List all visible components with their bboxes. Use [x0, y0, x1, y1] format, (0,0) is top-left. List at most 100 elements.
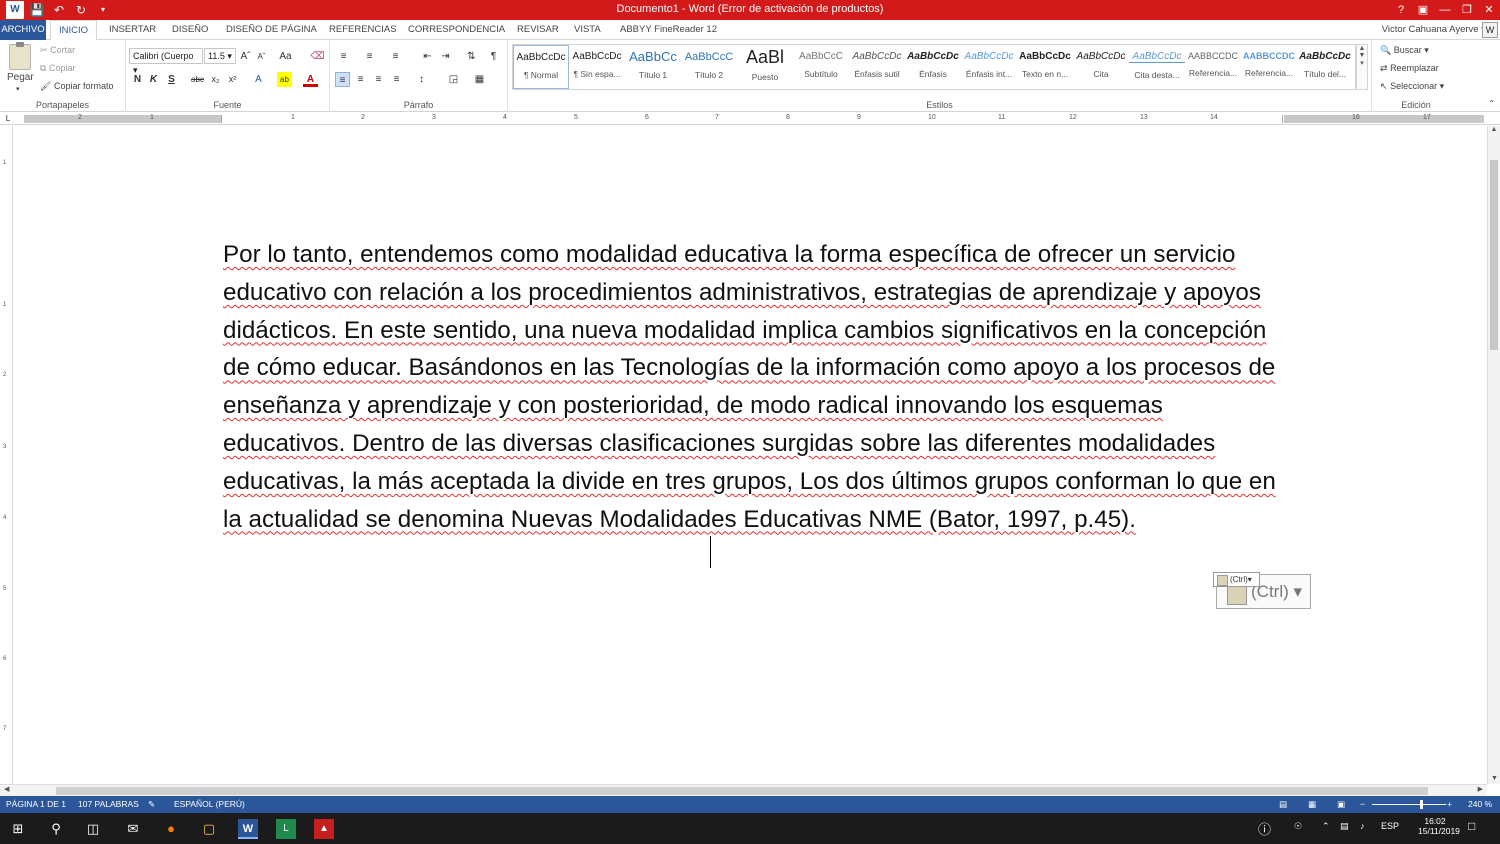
firefox-icon[interactable]: ● — [161, 819, 181, 839]
proofing-icon[interactable]: ✎ — [148, 796, 155, 813]
pdf-taskbar-icon[interactable]: ▲ — [314, 819, 334, 839]
tab-revisar[interactable]: REVISAR — [517, 20, 559, 40]
text-effects-icon[interactable]: A — [251, 72, 266, 87]
word-count[interactable]: 107 PALABRAS — [78, 796, 139, 813]
tab-vista[interactable]: VISTA — [574, 20, 601, 40]
windows-start-icon[interactable]: ⊞ — [8, 819, 28, 839]
align-right-icon[interactable]: ≡ — [371, 72, 386, 87]
superscript-icon[interactable]: x² — [225, 72, 240, 87]
page-count[interactable]: PÁGINA 1 DE 1 — [6, 796, 66, 813]
document-body-text[interactable]: Por lo tanto, entendemos como modalidad … — [223, 236, 1288, 538]
highlight-icon[interactable]: ab — [277, 72, 292, 87]
chevron-up-icon[interactable]: ▲ — [1357, 45, 1367, 52]
zoom-in-icon[interactable]: + — [1447, 796, 1452, 813]
more-styles-icon[interactable]: ▾ — [1357, 59, 1367, 67]
style-subtitle[interactable]: AaBbCcC Subtítulo — [793, 45, 849, 89]
increase-indent-icon[interactable]: ⇥ — [438, 49, 453, 64]
numbering-icon[interactable]: ≡ — [362, 49, 377, 64]
vertical-scrollbar[interactable]: ▲ ▼ — [1487, 126, 1500, 784]
avatar[interactable]: W — [1482, 22, 1498, 38]
italic-icon[interactable]: K — [146, 72, 161, 87]
mail-icon[interactable]: ✉ — [123, 819, 143, 839]
tab-insertar[interactable]: INSERTAR — [109, 20, 156, 40]
tab-abbyy[interactable]: ABBYY FineReader 12 — [620, 20, 717, 40]
print-layout-icon[interactable]: ▦ — [1308, 796, 1316, 813]
style-title[interactable]: AaBl Puesto — [737, 45, 793, 89]
chevron-down-icon[interactable]: ▼ — [1357, 52, 1367, 59]
style-quote[interactable]: AaBbCcDc Cita — [1073, 45, 1129, 89]
clock[interactable]: 16:02 15/11/2019 — [1418, 816, 1460, 836]
font-color-icon[interactable]: A — [303, 72, 318, 87]
bold-icon[interactable]: N — [130, 72, 145, 87]
file-explorer-icon[interactable]: ▢ — [199, 819, 219, 839]
paste-button[interactable]: Pegar — [7, 72, 34, 83]
volume-icon[interactable]: ♪ — [1360, 821, 1365, 831]
change-case-icon[interactable]: Aa — [278, 49, 293, 64]
language-tray[interactable]: ESP — [1381, 821, 1399, 831]
underline-icon[interactable]: S — [164, 72, 179, 87]
styles-scroll[interactable]: ▲ ▼ ▾ — [1356, 44, 1368, 90]
task-view-icon[interactable]: ◫ — [83, 819, 103, 839]
close-button[interactable]: ✕ — [1478, 0, 1500, 20]
zoom-slider-thumb[interactable] — [1420, 800, 1423, 809]
style-strong[interactable]: AaBbCcDc Texto en n... — [1017, 45, 1073, 89]
paste-options-small[interactable]: (Ctrl)▾ — [1213, 572, 1260, 587]
style-emphasis[interactable]: AaBbCcDc Énfasis — [905, 45, 961, 89]
shrink-font-icon[interactable]: Aˇ — [254, 49, 269, 64]
tab-correspondencia[interactable]: CORRESPONDENCIA — [408, 20, 505, 40]
user-account[interactable]: Victor Cahuana Ayerve ▾ — [1382, 20, 1486, 40]
style-heading-2[interactable]: AaBbCcC Título 2 — [681, 45, 737, 89]
zoom-out-icon[interactable]: − — [1360, 796, 1365, 813]
help-icon[interactable]: ? — [1390, 0, 1412, 20]
style-normal[interactable]: AaBbCcDc ¶ Normal — [513, 45, 569, 89]
sort-icon[interactable]: ⇅ — [464, 49, 479, 64]
chevron-up-icon[interactable]: ⌃ — [1322, 821, 1330, 832]
style-heading-1[interactable]: AaBbCc Título 1 — [625, 45, 681, 89]
borders-icon[interactable]: ▦ — [472, 72, 487, 87]
tab-selector-icon[interactable]: L — [3, 111, 13, 126]
minimize-button[interactable]: — — [1434, 0, 1456, 20]
notifications-icon[interactable]: □ — [1468, 819, 1475, 833]
scroll-left-icon[interactable]: ◀ — [4, 785, 9, 793]
zoom-slider[interactable] — [1372, 804, 1446, 805]
replace-button[interactable]: ⇄ Reemplazar — [1380, 63, 1439, 74]
grow-font-icon[interactable]: Aˆ — [238, 49, 253, 64]
zoom-level[interactable]: 240 % — [1468, 796, 1492, 813]
horizontal-scrollbar[interactable]: ◀ ▶ — [0, 784, 1487, 796]
web-layout-icon[interactable]: ▣ — [1337, 796, 1345, 813]
network-icon[interactable]: ▤ — [1340, 821, 1349, 832]
subscript-icon[interactable]: x₂ — [208, 72, 223, 87]
style-subtle-reference[interactable]: AABBCCDC Referencia... — [1185, 45, 1241, 89]
people-icon[interactable]: ☉ — [1294, 821, 1302, 832]
document-page[interactable]: Por lo tanto, entendemos como modalidad … — [14, 126, 1487, 784]
tab-diseno-pagina[interactable]: DISEÑO DE PÁGINA — [226, 20, 317, 40]
word-taskbar-icon[interactable]: W — [238, 819, 258, 839]
justify-icon[interactable]: ≡ — [389, 72, 404, 87]
strikethrough-icon[interactable]: abc — [190, 72, 205, 87]
tab-archivo[interactable]: ARCHIVO — [0, 20, 46, 40]
style-book-title[interactable]: AaBbCcDc Título del... — [1297, 45, 1353, 89]
multilevel-list-icon[interactable]: ≡ — [388, 49, 403, 64]
tab-diseno[interactable]: DISEÑO — [172, 20, 208, 40]
format-painter-button[interactable]: 🖌 Copiar formato — [40, 81, 113, 92]
help-tray-icon[interactable]: ⓘ — [1258, 819, 1271, 838]
shading-icon[interactable]: ◲ — [446, 72, 461, 87]
align-left-icon[interactable]: ≡ — [335, 72, 350, 87]
cut-button[interactable]: ✂ Cortar — [40, 45, 75, 56]
paste-icon[interactable] — [9, 42, 31, 70]
app-taskbar-icon[interactable]: L — [276, 819, 296, 839]
clear-format-icon[interactable]: ⌫ — [310, 49, 325, 64]
align-center-icon[interactable]: ≡ — [353, 72, 368, 87]
font-size-select[interactable]: 11.5 ▾ — [204, 48, 236, 64]
tab-inicio[interactable]: INICIO — [50, 20, 98, 41]
restore-button[interactable]: ❐ — [1456, 0, 1478, 20]
horizontal-ruler[interactable]: L 2 1 1 2 3 4 5 6 7 8 9 10 11 12 13 14 16 17 — [0, 113, 1500, 125]
scroll-up-icon[interactable]: ▲ — [1488, 126, 1500, 133]
style-intense-emphasis[interactable]: AaBbCcDc Énfasis int... — [961, 45, 1017, 89]
style-subtle-emphasis[interactable]: AaBbCcDc Énfasis sutil — [849, 45, 905, 89]
style-no-spacing[interactable]: AaBbCcDc ¶ Sin espa... — [569, 45, 625, 89]
font-name-select[interactable]: Calibri (Cuerpo ▾ — [129, 48, 203, 75]
style-intense-quote[interactable]: AaBbCcDc Cita desta... — [1129, 45, 1185, 89]
read-mode-icon[interactable]: ▤ — [1279, 796, 1287, 813]
style-intense-reference[interactable]: AABBCCDC Referencia... — [1241, 45, 1297, 89]
